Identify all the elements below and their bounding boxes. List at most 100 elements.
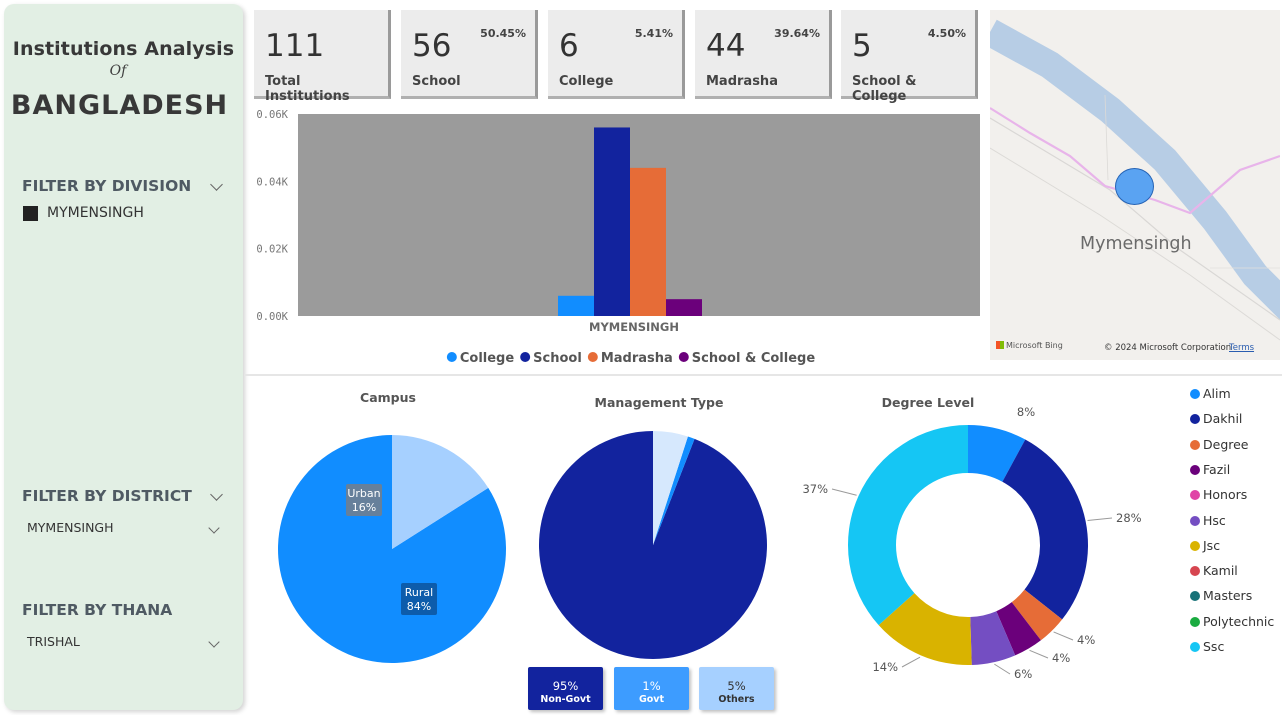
map-location-bubble[interactable]: [1115, 168, 1154, 205]
institution-type-bar-chart[interactable]: 0.06K 0.04K 0.02K 0.00K MYMENSINGH College Sch…: [244, 104, 986, 370]
pie-charts-canvas[interactable]: Rural84% Urban16% 8% 28% 4% 4% 6% 14% 37%: [244, 378, 1184, 715]
filter-sidebar: Institutions Analysis Of BANGLADESH FILT…: [4, 4, 243, 710]
kpi-label: School & College: [852, 74, 917, 104]
degree-data-label: 8%: [1017, 405, 1035, 419]
legend-item-dakhil[interactable]: Dakhil: [1190, 411, 1242, 426]
y-tick-label: 0.00K: [256, 311, 288, 323]
map-bing-logo: Microsoft Bing: [996, 341, 1063, 350]
legend-label: Dakhil: [1203, 411, 1243, 427]
kpi-percent: 5.41%: [634, 27, 673, 40]
y-tick-label: 0.06K: [256, 109, 288, 121]
legend-dot-icon: [678, 352, 689, 362]
kpi-label: College: [559, 74, 614, 89]
kpi-value: 5: [852, 28, 872, 64]
kpi-total-institutions: 111 Total Institutions: [254, 10, 391, 104]
legend-label: College: [460, 351, 515, 366]
legend-item-alim[interactable]: Alim: [1190, 386, 1231, 401]
badge-name: Non-Govt: [540, 694, 591, 705]
slice-ssc[interactable]: [848, 425, 968, 626]
legend-label: Fazil: [1203, 461, 1231, 477]
legend-item-ssc[interactable]: Ssc: [1190, 639, 1224, 654]
badge-name: Others: [718, 694, 755, 705]
thana-dropdown-chevron-icon[interactable]: [208, 636, 220, 648]
district-dropdown-chevron-icon[interactable]: [208, 522, 220, 534]
badge-percent: 5%: [727, 679, 746, 693]
mgmt-badge-others[interactable]: 5% Others: [699, 667, 774, 710]
legend-label: Polytechnic: [1203, 613, 1275, 629]
kpi-percent: 4.50%: [927, 27, 966, 40]
legend-item-hsc[interactable]: Hsc: [1190, 513, 1226, 528]
bar-madrasha[interactable]: [630, 167, 666, 316]
kpi-value: 56: [412, 28, 452, 64]
leader-line: [994, 663, 1011, 675]
division-checkbox[interactable]: [23, 206, 38, 221]
badge-name: Govt: [638, 694, 665, 705]
legend-item-masters[interactable]: Masters: [1190, 588, 1252, 603]
y-tick-label: 0.02K: [256, 244, 288, 256]
legend-item-honors[interactable]: Honors: [1190, 487, 1247, 502]
kpi-value: 111: [265, 28, 325, 64]
leader-line: [1029, 649, 1049, 659]
legend-item-fazil[interactable]: Fazil: [1190, 462, 1230, 477]
kpi-value: 6: [559, 28, 579, 64]
map-terms-link[interactable]: Terms: [1229, 343, 1254, 353]
degree-data-label: 37%: [802, 482, 828, 496]
slice-dakhil[interactable]: [1002, 439, 1088, 620]
legend-dot-icon: [520, 352, 531, 362]
district-dropdown-value[interactable]: MYMENSINGH: [27, 520, 114, 535]
bar-legend: College School Madrasha School & College: [446, 351, 816, 366]
map-visual[interactable]: Mymensingh Microsoft Bing © 2024 Microso…: [990, 10, 1280, 360]
thana-dropdown-value[interactable]: TRISHAL: [27, 634, 80, 649]
leader-line: [901, 656, 921, 668]
legend-dot-icon: [1190, 566, 1200, 577]
legend-label: Kamil: [1203, 563, 1238, 579]
legend-label: Honors: [1203, 487, 1248, 503]
legend-item-jsc[interactable]: Jsc: [1190, 538, 1220, 553]
section-divider: [244, 374, 1282, 376]
legend-dot-icon: [1190, 389, 1200, 399]
report-title: Institutions Analysis: [12, 38, 235, 60]
district-collapse-chevron-icon[interactable]: [210, 488, 223, 501]
legend-label: Hsc: [1203, 512, 1226, 528]
legend-item-degree[interactable]: Degree: [1190, 437, 1249, 452]
map-bing-brand: Microsoft Bing: [1006, 341, 1063, 350]
legend-item-kamil[interactable]: Kamil: [1190, 563, 1238, 578]
bar-school-college[interactable]: [666, 299, 702, 316]
legend-dot-icon: [1190, 591, 1200, 602]
y-tick-label: 0.04K: [256, 176, 288, 188]
bar-college[interactable]: [558, 295, 594, 316]
legend-item-school-college[interactable]: School & College: [678, 351, 816, 366]
campus-slice-pct: 84%: [407, 600, 431, 613]
legend-item-madrasha[interactable]: Madrasha: [587, 351, 673, 366]
campus-slice-pct: 16%: [352, 501, 376, 514]
kpi-label: Madrasha: [706, 74, 778, 89]
degree-data-label: 28%: [1116, 511, 1142, 525]
campus-slice-name: Rural: [405, 586, 433, 599]
x-tick-label: MYMENSINGH: [589, 320, 679, 334]
legend-item-polytechnic[interactable]: Polytechnic: [1190, 614, 1274, 629]
division-chevron-down-icon[interactable]: [210, 178, 223, 191]
degree-data-label: 6%: [1014, 667, 1032, 681]
badge-percent: 95%: [552, 679, 579, 693]
kpi-label: School: [412, 74, 461, 89]
bar-school[interactable]: [594, 127, 630, 316]
legend-label: Masters: [1203, 588, 1253, 604]
legend-dot-icon: [1190, 464, 1200, 475]
legend-dot-icon: [1190, 490, 1200, 501]
legend-dot-icon: [1190, 540, 1200, 551]
mgmt-badge-non-govt[interactable]: 95% Non-Govt: [528, 667, 603, 710]
kpi-percent: 50.45%: [480, 27, 526, 40]
legend-item-school[interactable]: School: [520, 351, 582, 366]
kpi-madrasha: 44 39.64% Madrasha: [695, 10, 832, 99]
thana-filter-label: FILTER BY THANA: [22, 601, 173, 619]
legend-item-college[interactable]: College: [446, 351, 515, 366]
report-title-of: Of: [109, 63, 127, 79]
legend-dot-icon: [1190, 439, 1200, 450]
mgmt-badge-govt[interactable]: 1% Govt: [614, 667, 689, 710]
division-option-mymensingh[interactable]: MYMENSINGH: [47, 205, 144, 221]
degree-data-label: 4%: [1052, 651, 1070, 665]
campus-slice-name: Urban: [347, 487, 380, 500]
kpi-school-and-college: 5 4.50% School & College: [841, 10, 978, 104]
kpi-school: 56 50.45% School: [401, 10, 538, 99]
legend-label: Madrasha: [601, 351, 673, 366]
